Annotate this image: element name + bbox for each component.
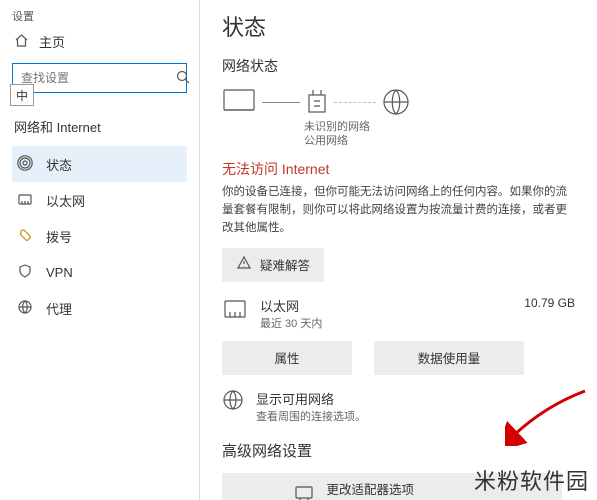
- sidebar-nav: 状态 以太网 拨号 VPN: [12, 146, 187, 326]
- sidebar-item-label: VPN: [46, 265, 73, 280]
- sidebar-item-ethernet[interactable]: 以太网: [12, 182, 187, 218]
- sidebar: 设置 主页 中 网络和 Internet 状态: [0, 0, 200, 500]
- show-networks-link[interactable]: 显示可用网络 查看周围的连接选项。: [222, 389, 577, 424]
- main-content: 状态 网络状态 未识别的网络 公用网络 无法访问 Internet 你的设备已连…: [200, 0, 597, 500]
- properties-button[interactable]: 属性: [222, 341, 352, 375]
- home-icon: [14, 33, 29, 51]
- diagram-label-2: 公用网络: [304, 134, 577, 148]
- home-label: 主页: [39, 32, 65, 51]
- advanced-heading: 高级网络设置: [222, 440, 577, 461]
- watermark: 米粉软件园: [474, 464, 589, 496]
- ethernet-icon: [222, 296, 248, 325]
- search-field[interactable]: [21, 71, 176, 85]
- sidebar-item-label: 拨号: [46, 227, 72, 246]
- network-diagram: [222, 88, 577, 116]
- computer-icon: [222, 88, 256, 116]
- search-input[interactable]: [12, 63, 187, 93]
- warning-icon: [236, 255, 252, 274]
- show-networks-title: 显示可用网络: [256, 389, 366, 408]
- line-dotted: [334, 102, 376, 103]
- ethernet-icon: [16, 191, 34, 210]
- adapter-title: 更改适配器选项: [327, 479, 492, 498]
- globe-icon: [222, 389, 244, 414]
- troubleshoot-label: 疑难解答: [260, 255, 310, 274]
- router-icon: [306, 88, 328, 116]
- line-solid: [262, 102, 300, 103]
- diagram-label-1: 未识别的网络: [304, 120, 577, 134]
- sidebar-item-dialup[interactable]: 拨号: [12, 218, 187, 254]
- error-title: 无法访问 Internet: [222, 159, 577, 179]
- show-networks-desc: 查看周围的连接选项。: [256, 408, 366, 424]
- adapter-icon: [293, 484, 315, 500]
- ethernet-size: 10.79 GB: [524, 296, 575, 310]
- diagram-labels: 未识别的网络 公用网络: [304, 120, 577, 149]
- ethernet-name: 以太网: [260, 296, 512, 315]
- sidebar-item-proxy[interactable]: 代理: [12, 290, 187, 326]
- nav-home[interactable]: 主页: [14, 32, 187, 51]
- usage-label: 数据使用量: [418, 348, 481, 367]
- window-title: 设置: [12, 8, 187, 24]
- sidebar-section-title: 网络和 Internet: [14, 117, 187, 136]
- dialup-icon: [16, 227, 34, 246]
- status-icon: [16, 155, 34, 174]
- sidebar-item-label: 以太网: [46, 191, 85, 210]
- globe-icon: [382, 88, 410, 116]
- properties-label: 属性: [274, 348, 299, 367]
- troubleshoot-button[interactable]: 疑难解答: [222, 248, 324, 282]
- vpn-icon: [16, 263, 34, 282]
- ime-indicator: 中: [10, 84, 34, 106]
- search-icon: [176, 70, 190, 87]
- page-title: 状态: [222, 10, 577, 42]
- ethernet-time: 最近 30 天内: [260, 315, 512, 331]
- usage-button[interactable]: 数据使用量: [374, 341, 524, 375]
- network-status-heading: 网络状态: [222, 56, 577, 76]
- ethernet-row: 以太网 最近 30 天内 10.79 GB: [222, 296, 577, 331]
- error-body: 你的设备已连接，但你可能无法访问网络上的任何内容。如果你的流量套餐有限制，则你可…: [222, 183, 577, 238]
- sidebar-item-vpn[interactable]: VPN: [12, 254, 187, 290]
- sidebar-item-label: 状态: [46, 155, 72, 174]
- proxy-icon: [16, 299, 34, 318]
- sidebar-item-label: 代理: [46, 299, 72, 318]
- sidebar-item-status[interactable]: 状态: [12, 146, 187, 182]
